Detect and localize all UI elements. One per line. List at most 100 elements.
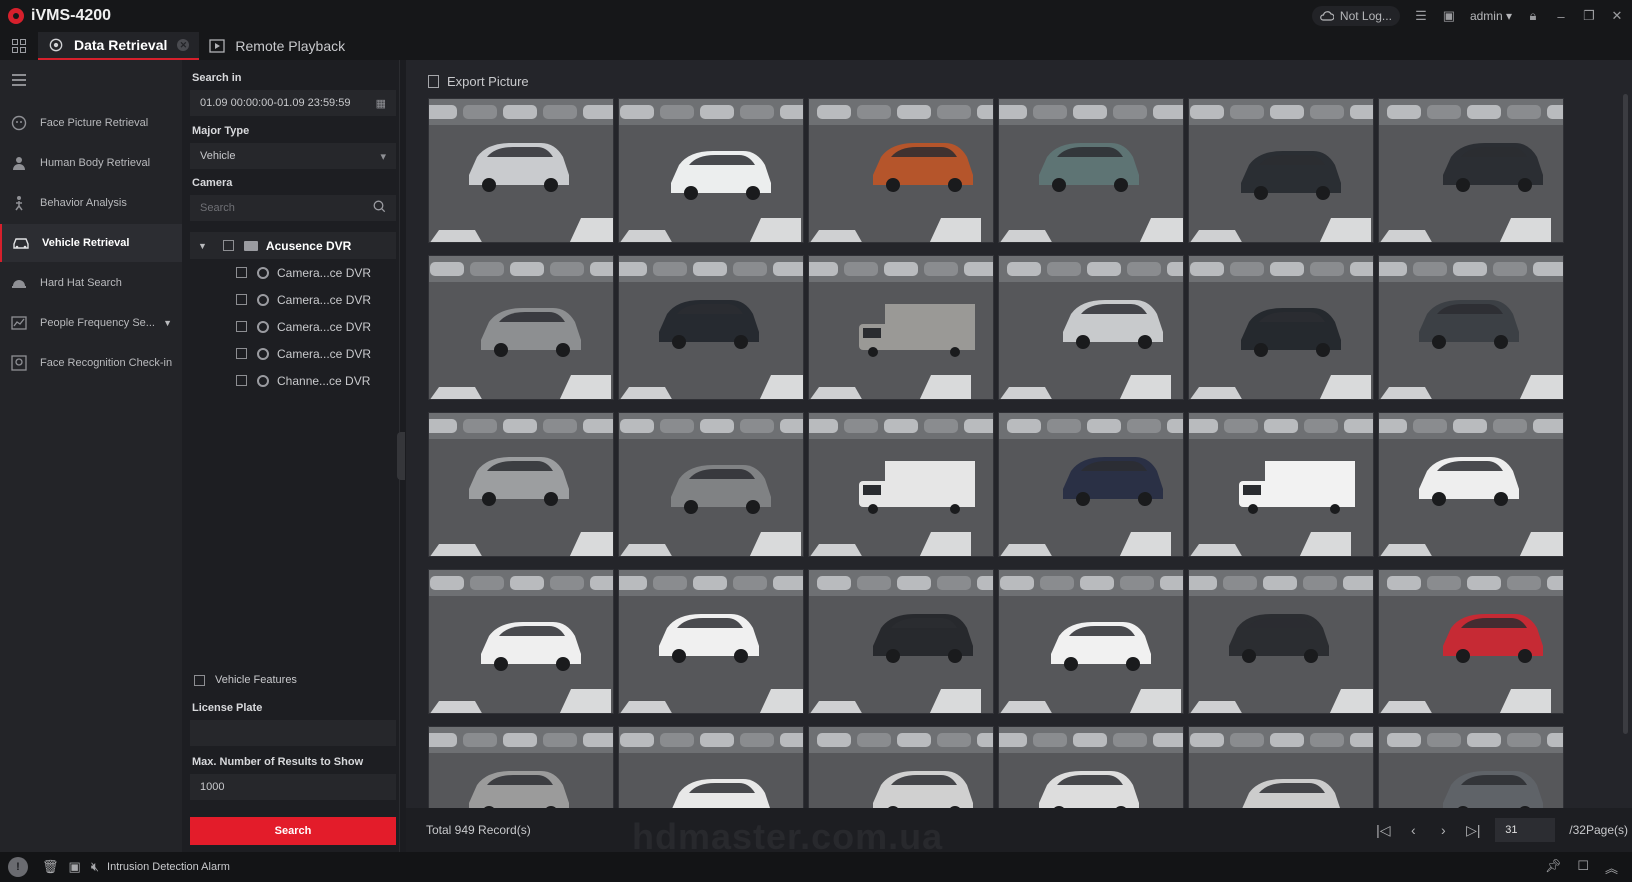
results-footer: Total 949 Record(s) hdmaster.com.ua |◁ ‹… xyxy=(406,808,1632,857)
restore-icon[interactable]: ❐ xyxy=(1582,8,1596,23)
max-results-label: Max. Number of Results to Show xyxy=(192,756,364,768)
export-picture-button[interactable]: Export Picture xyxy=(428,74,529,89)
vehicle-thumbnail[interactable] xyxy=(618,412,804,557)
minimize-icon[interactable]: – xyxy=(1554,9,1568,24)
results-scrollbar[interactable] xyxy=(1623,94,1628,734)
tab-data-retrieval[interactable]: Data Retrieval ✕ xyxy=(38,32,200,60)
vehicle-thumbnail[interactable] xyxy=(428,412,614,557)
nav-face-picture-retrieval[interactable]: Face Picture Retrieval xyxy=(0,104,182,142)
calendar-icon[interactable]: ▦ xyxy=(376,97,386,110)
vehicle-thumbnail[interactable] xyxy=(428,255,614,400)
nav-people-frequency-search[interactable]: People Frequency Se... ▼ xyxy=(0,304,182,342)
last-page-icon[interactable]: ▷| xyxy=(1465,822,1481,839)
vehicle-thumbnail[interactable] xyxy=(808,726,994,808)
vehicle-features-checkbox[interactable] xyxy=(194,674,205,686)
tree-camera-item[interactable]: Camera...ce DVR xyxy=(190,313,396,340)
search-button[interactable]: Search xyxy=(190,817,396,845)
camera-name: Camera...ce DVR xyxy=(277,265,372,280)
vehicle-image xyxy=(429,99,613,242)
checkbox[interactable] xyxy=(222,240,234,251)
prev-page-icon[interactable]: ‹ xyxy=(1405,822,1421,838)
vehicle-thumbnail[interactable] xyxy=(1378,412,1564,557)
nav-human-body-retrieval[interactable]: Human Body Retrieval xyxy=(0,144,182,182)
vehicle-thumbnail[interactable] xyxy=(808,98,994,243)
camera-search-input[interactable]: Search xyxy=(190,195,396,221)
tree-camera-item[interactable]: Camera...ce DVR xyxy=(190,259,396,286)
vehicle-thumbnail[interactable] xyxy=(1188,255,1374,400)
vehicle-thumbnail[interactable] xyxy=(1378,98,1564,243)
vehicle-thumbnail[interactable] xyxy=(428,726,614,808)
max-results-input[interactable]: 1000 xyxy=(190,774,396,800)
major-type-select[interactable]: Vehicle ▾ xyxy=(190,143,396,169)
vehicle-thumbnail[interactable] xyxy=(1188,412,1374,557)
vehicle-thumbnail[interactable] xyxy=(998,726,1184,808)
vehicle-thumbnail[interactable] xyxy=(1378,726,1564,808)
checkbox[interactable] xyxy=(236,267,247,278)
tree-root-device[interactable]: ▼ Acusence DVR xyxy=(190,232,396,259)
cloud-login-status[interactable]: Not Log... xyxy=(1311,6,1400,26)
checkbox[interactable] xyxy=(236,294,247,305)
modules-grid-button[interactable] xyxy=(0,32,38,60)
vehicle-thumbnail[interactable] xyxy=(1188,726,1374,808)
panel-collapse-handle[interactable] xyxy=(397,432,405,480)
checkbox[interactable] xyxy=(236,375,247,386)
vehicle-thumbnail[interactable] xyxy=(618,255,804,400)
picture-icon[interactable]: ▣ xyxy=(69,859,81,875)
maximize-icon[interactable]: ☐ xyxy=(1577,858,1589,877)
vehicle-features-option[interactable]: Vehicle Features xyxy=(194,674,297,686)
chevron-down-icon[interactable]: ▼ xyxy=(163,318,172,328)
vehicle-image xyxy=(1379,570,1563,713)
vehicle-thumbnail[interactable] xyxy=(998,412,1184,557)
tab-remote-playback[interactable]: Remote Playback xyxy=(199,32,355,60)
vehicle-thumbnail[interactable] xyxy=(618,726,804,808)
list-icon[interactable]: ☰ xyxy=(1414,8,1428,23)
lock-icon[interactable]: 🔒︎ xyxy=(1526,8,1540,23)
vehicle-thumbnail[interactable] xyxy=(808,255,994,400)
vehicle-thumbnail[interactable] xyxy=(618,98,804,243)
tree-camera-item[interactable]: Channe...ce DVR xyxy=(190,367,396,394)
vehicle-thumbnail[interactable] xyxy=(998,255,1184,400)
image-icon[interactable]: ▣ xyxy=(1442,8,1456,23)
vehicle-thumbnail[interactable] xyxy=(998,569,1184,714)
major-type-label: Major Type xyxy=(192,125,250,137)
playback-icon xyxy=(209,39,226,53)
trash-icon[interactable]: 🗑︎ xyxy=(42,859,59,875)
next-page-icon[interactable]: › xyxy=(1435,822,1451,838)
vehicle-thumbnail[interactable] xyxy=(428,569,614,714)
vehicle-thumbnail[interactable] xyxy=(1378,569,1564,714)
nav-label: Behavior Analysis xyxy=(40,197,127,209)
checkbox[interactable] xyxy=(236,348,247,359)
license-plate-input[interactable] xyxy=(190,720,396,746)
vehicle-thumbnail[interactable] xyxy=(808,569,994,714)
hamburger-menu-icon[interactable] xyxy=(12,74,26,89)
camera-icon xyxy=(257,320,269,333)
vehicle-thumbnail[interactable] xyxy=(998,98,1184,243)
nav-face-recognition-checkin[interactable]: Face Recognition Check-in xyxy=(0,344,182,382)
tab-close-icon[interactable]: ✕ xyxy=(177,39,190,51)
mute-icon[interactable]: 🔇︎ xyxy=(91,859,99,875)
nav-hard-hat-search[interactable]: Hard Hat Search xyxy=(0,264,182,302)
page-number-input[interactable]: 31 xyxy=(1495,818,1556,842)
close-icon[interactable]: ✕ xyxy=(1610,8,1624,23)
vehicle-thumbnail[interactable] xyxy=(428,98,614,243)
person-icon xyxy=(10,155,28,171)
search-icon[interactable] xyxy=(373,200,386,216)
date-range-field[interactable]: 01.09 00:00:00-01.09 23:59:59 ▦ xyxy=(190,90,396,116)
user-menu[interactable]: admin ▾ xyxy=(1470,9,1512,23)
vehicle-thumbnail[interactable] xyxy=(1188,98,1374,243)
nav-behavior-analysis[interactable]: Behavior Analysis xyxy=(0,184,182,222)
nav-vehicle-retrieval[interactable]: Vehicle Retrieval xyxy=(0,224,182,262)
vehicle-thumbnail[interactable] xyxy=(808,412,994,557)
chevron-up-icon[interactable]: ︽ xyxy=(1605,858,1618,877)
vehicle-thumbnail[interactable] xyxy=(618,569,804,714)
alarm-warning-icon[interactable]: ! xyxy=(8,857,28,877)
vehicle-thumbnail[interactable] xyxy=(1378,255,1564,400)
tree-camera-item[interactable]: Camera...ce DVR xyxy=(190,340,396,367)
checkbox[interactable] xyxy=(236,321,247,332)
tree-camera-item[interactable]: Camera...ce DVR xyxy=(190,286,396,313)
pin-icon[interactable]: 📌︎ xyxy=(1545,858,1562,877)
expand-triangle-icon[interactable]: ▼ xyxy=(198,241,207,251)
vehicle-thumbnail[interactable] xyxy=(1188,569,1374,714)
hikvision-logo-icon xyxy=(8,8,24,24)
first-page-icon[interactable]: |◁ xyxy=(1375,822,1391,839)
